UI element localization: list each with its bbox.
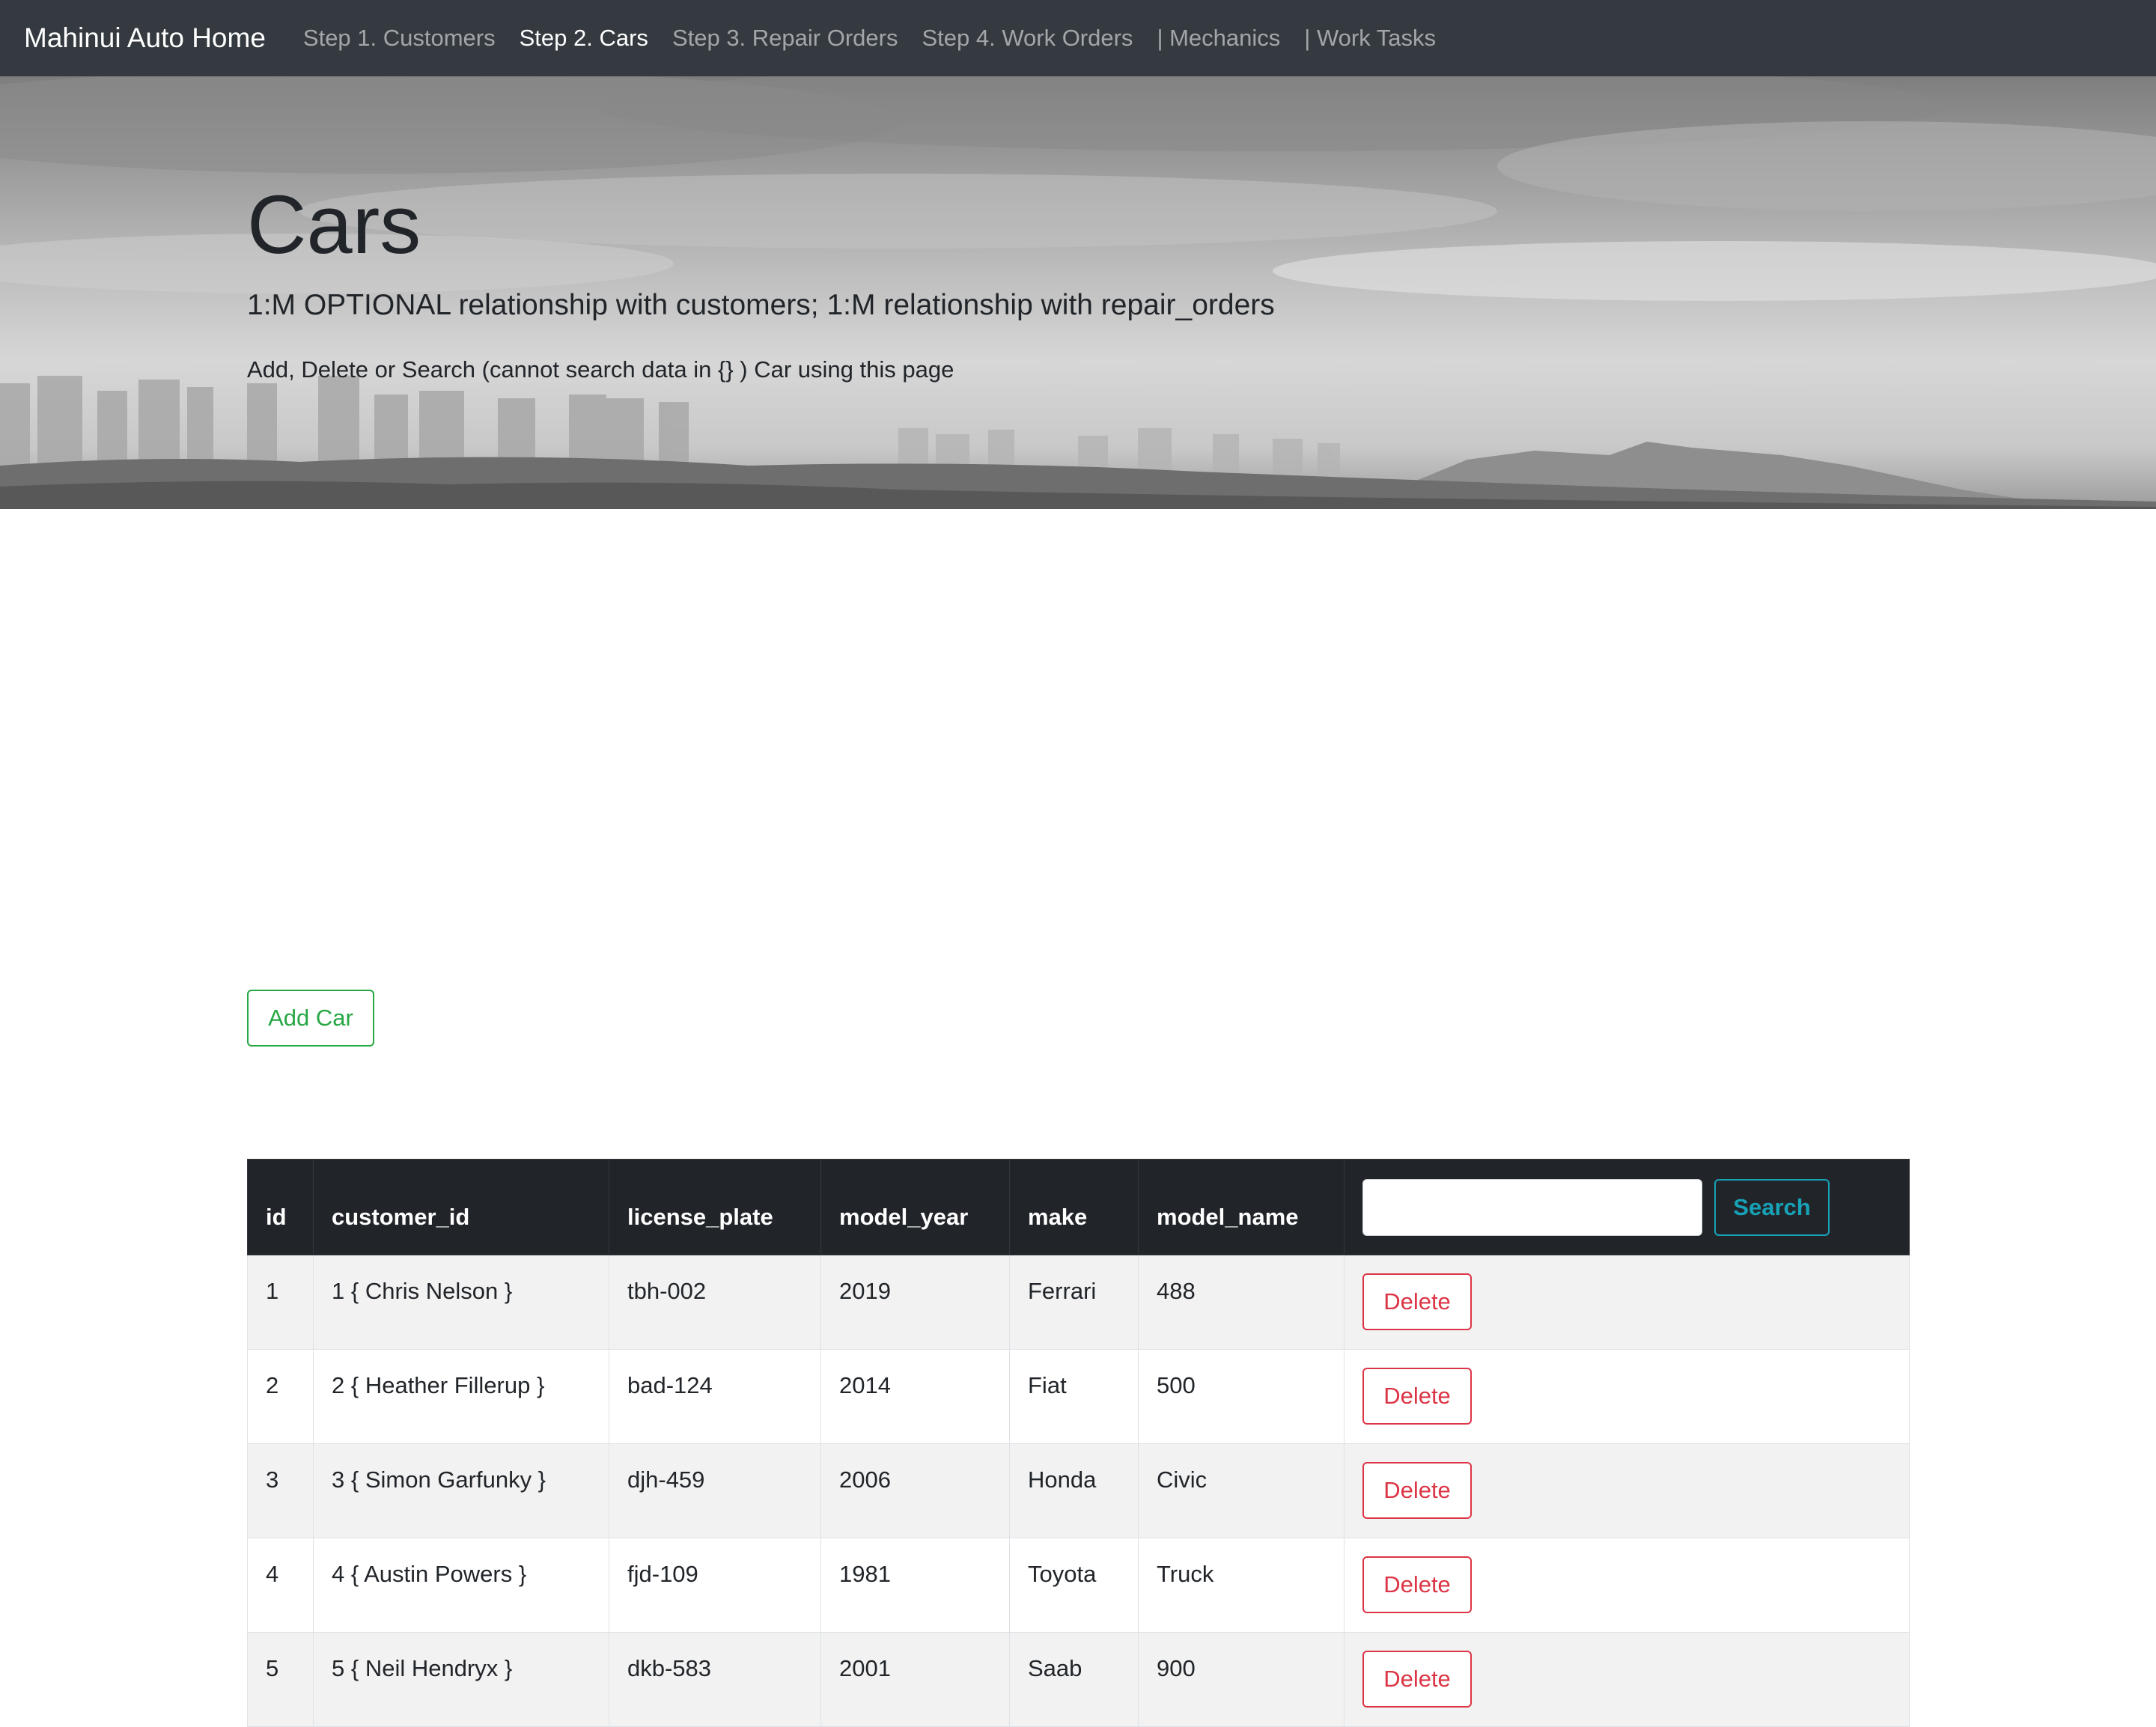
- cell-model-name: Civic: [1138, 1443, 1345, 1538]
- nav-item-customers[interactable]: Step 1. Customers: [303, 25, 496, 52]
- cell-license-plate: djh-459: [609, 1443, 821, 1538]
- brand-link[interactable]: Mahinui Auto Home: [24, 22, 266, 54]
- nav-item-cars[interactable]: Step 2. Cars: [520, 25, 648, 52]
- column-header-model-name: model_name: [1138, 1159, 1345, 1255]
- cell-model-name: 488: [1138, 1255, 1345, 1350]
- cell-actions: Delete: [1344, 1443, 1910, 1538]
- cell-id: 3: [247, 1443, 314, 1538]
- table-row: 3 3 { Simon Garfunky } djh-459 2006 Hond…: [247, 1443, 1910, 1538]
- search-button[interactable]: Search: [1714, 1178, 1830, 1236]
- table-row: 1 1 { Chris Nelson } tbh-002 2019 Ferrar…: [247, 1255, 1910, 1350]
- cell-make: Fiat: [1009, 1349, 1139, 1444]
- cell-id: 5: [247, 1632, 314, 1727]
- table-row: 4 4 { Austin Powers } fjd-109 1981 Toyot…: [247, 1538, 1910, 1633]
- top-navbar: Mahinui Auto Home Step 1. Customers Step…: [0, 0, 2156, 76]
- cell-license-plate: fjd-109: [609, 1538, 821, 1633]
- nav-item-work-tasks[interactable]: | Work Tasks: [1304, 25, 1436, 52]
- add-car-button[interactable]: Add Car: [247, 990, 374, 1047]
- cell-model-year: 1981: [820, 1538, 1010, 1633]
- hero-lead-text: 1:M OPTIONAL relationship with customers…: [247, 289, 1275, 321]
- cell-model-year: 2019: [820, 1255, 1010, 1350]
- cell-make: Honda: [1009, 1443, 1139, 1538]
- cell-id: 2: [247, 1349, 314, 1444]
- cell-model-name: 900: [1138, 1632, 1345, 1727]
- cell-actions: Delete: [1344, 1349, 1910, 1444]
- cell-make: Toyota: [1009, 1538, 1139, 1633]
- column-header-model-year: model_year: [820, 1159, 1010, 1255]
- nav-item-work-orders[interactable]: Step 4. Work Orders: [922, 25, 1133, 52]
- delete-button[interactable]: Delete: [1362, 1651, 1472, 1708]
- column-header-customer-id: customer_id: [313, 1159, 609, 1255]
- nav-item-mechanics[interactable]: | Mechanics: [1157, 25, 1280, 52]
- cell-customer-id: 2 { Heather Fillerup }: [313, 1349, 609, 1444]
- cell-make: Ferrari: [1009, 1255, 1139, 1350]
- delete-button[interactable]: Delete: [1362, 1273, 1472, 1330]
- hero-note-text: Add, Delete or Search (cannot search dat…: [247, 356, 954, 383]
- cell-model-year: 2006: [820, 1443, 1010, 1538]
- cell-customer-id: 3 { Simon Garfunky }: [313, 1443, 609, 1538]
- cell-make: Saab: [1009, 1632, 1139, 1727]
- delete-button[interactable]: Delete: [1362, 1368, 1472, 1425]
- cell-customer-id: 1 { Chris Nelson }: [313, 1255, 609, 1350]
- cell-license-plate: dkb-583: [609, 1632, 821, 1727]
- delete-button[interactable]: Delete: [1362, 1462, 1472, 1519]
- page-title: Cars: [247, 179, 421, 271]
- cell-id: 1: [247, 1255, 314, 1350]
- cell-license-plate: bad-124: [609, 1349, 821, 1444]
- cell-customer-id: 5 { Neil Hendryx }: [313, 1632, 609, 1727]
- cars-table: id customer_id license_plate model_year …: [247, 1159, 1910, 1727]
- search-header-cell: Search: [1344, 1159, 1910, 1255]
- cell-actions: Delete: [1344, 1632, 1910, 1727]
- cell-customer-id: 4 { Austin Powers }: [313, 1538, 609, 1633]
- cell-model-year: 2014: [820, 1349, 1010, 1444]
- cell-id: 4: [247, 1538, 314, 1633]
- cell-model-name: 500: [1138, 1349, 1345, 1444]
- column-header-license-plate: license_plate: [609, 1159, 821, 1255]
- column-header-make: make: [1009, 1159, 1139, 1255]
- cell-model-name: Truck: [1138, 1538, 1345, 1633]
- cell-license-plate: tbh-002: [609, 1255, 821, 1350]
- cell-actions: Delete: [1344, 1538, 1910, 1633]
- nav-item-repair-orders[interactable]: Step 3. Repair Orders: [672, 25, 898, 52]
- cell-actions: Delete: [1344, 1255, 1910, 1350]
- table-row: 2 2 { Heather Fillerup } bad-124 2014 Fi…: [247, 1349, 1910, 1444]
- search-input[interactable]: [1362, 1178, 1702, 1236]
- hero-banner: Cars 1:M OPTIONAL relationship with cust…: [0, 76, 2156, 509]
- cell-model-year: 2001: [820, 1632, 1010, 1727]
- table-header-row: id customer_id license_plate model_year …: [247, 1159, 1910, 1255]
- delete-button[interactable]: Delete: [1362, 1556, 1472, 1613]
- search-form: Search: [1362, 1178, 1891, 1236]
- table-row: 5 5 { Neil Hendryx } dkb-583 2001 Saab 9…: [247, 1632, 1910, 1727]
- column-header-id: id: [247, 1159, 314, 1255]
